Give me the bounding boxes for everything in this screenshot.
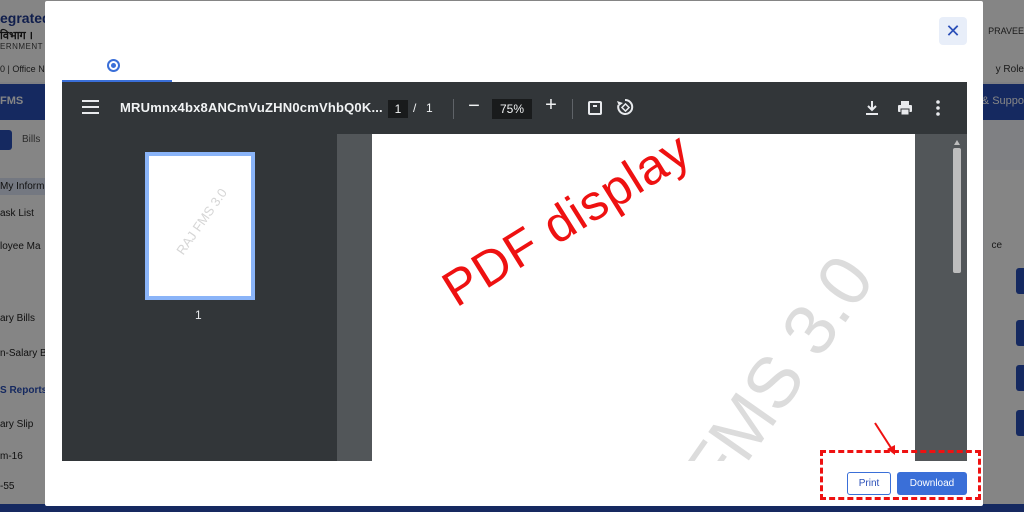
page-number-input[interactable]: 1 [388, 100, 408, 118]
menu-icon[interactable] [82, 100, 99, 114]
page-watermark: FMS 3.0 [667, 241, 890, 461]
toolbar-divider [572, 99, 573, 119]
radio-selected-icon [107, 59, 120, 72]
fit-to-page-icon[interactable] [588, 101, 602, 115]
tab-document[interactable] [62, 55, 172, 82]
print-icon[interactable] [895, 98, 915, 118]
thumbnail-watermark: RAJ FMS 3.0 [173, 185, 230, 258]
zoom-out-button[interactable]: − [465, 95, 483, 118]
scroll-up-icon[interactable] [954, 140, 960, 145]
zoom-input[interactable]: 75% [492, 99, 532, 119]
scrollbar[interactable] [952, 140, 962, 461]
more-vert-icon[interactable] [928, 98, 948, 118]
print-button[interactable]: Print [847, 472, 891, 495]
thumbnail-page-number: 1 [195, 308, 202, 322]
close-button[interactable]: ✕ [939, 17, 967, 45]
rotate-icon[interactable] [616, 98, 634, 116]
pdf-preview-modal: ✕ MRUmnx4bx8ANCmVuZHN0cmVhbQ0K... 1 / 1 … [45, 1, 983, 506]
scrollbar-thumb[interactable] [953, 148, 961, 273]
thumbnail-panel: RAJ FMS 3.0 1 [62, 134, 337, 461]
download-icon[interactable] [862, 98, 882, 118]
download-button[interactable]: Download [897, 472, 967, 495]
page-thumbnail[interactable]: RAJ FMS 3.0 [145, 152, 255, 300]
annotation-arrow-icon [874, 422, 895, 455]
pdf-page: FMS 3.0 PDF display [372, 134, 915, 461]
total-pages: 1 [426, 101, 433, 115]
page-separator: / [413, 101, 417, 115]
close-icon: ✕ [945, 21, 961, 41]
pdf-viewer: MRUmnx4bx8ANCmVuZHN0cmVhbQ0K... 1 / 1 − … [62, 82, 967, 461]
pdf-filename: MRUmnx4bx8ANCmVuZHN0cmVhbQ0K... [120, 100, 383, 115]
pdf-toolbar: MRUmnx4bx8ANCmVuZHN0cmVhbQ0K... 1 / 1 − … [62, 82, 967, 134]
toolbar-divider [453, 99, 454, 119]
pdf-display-annotation: PDF display [432, 134, 701, 318]
zoom-in-button[interactable]: + [542, 94, 560, 117]
